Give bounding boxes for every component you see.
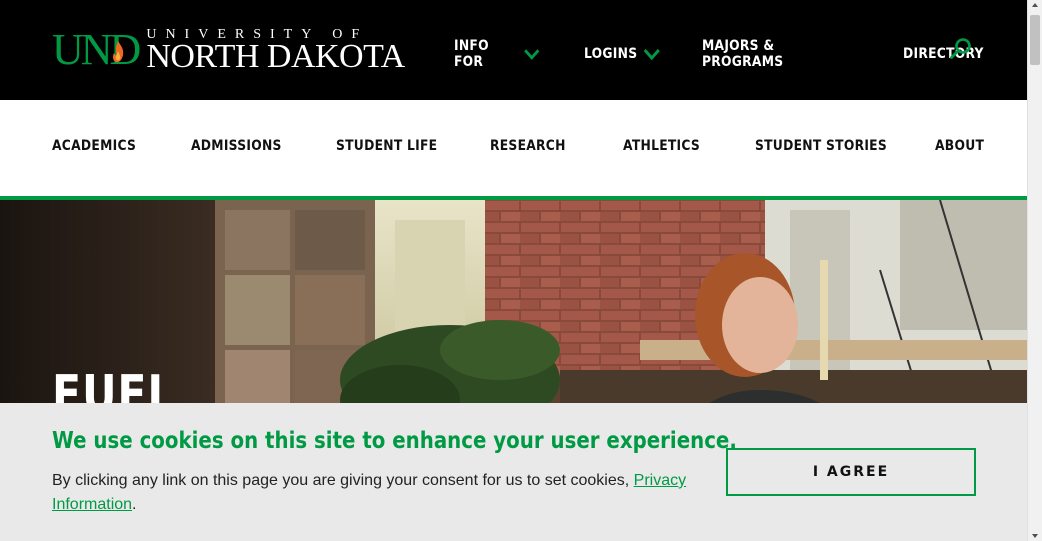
nav-athletics[interactable]: ATHLETICS	[623, 138, 700, 154]
cookie-title: We use cookies on this site to enhance y…	[52, 428, 737, 454]
und-logo[interactable]: UND UNIVERSITY OF NORTH DAKOTA	[52, 25, 405, 75]
page: UND UNIVERSITY OF NORTH DAKOTA INFO FOR …	[0, 0, 1027, 541]
scroll-up-arrow-icon[interactable]	[1032, 3, 1038, 7]
search-icon[interactable]	[949, 37, 973, 61]
main-nav: ACADEMICS ADMISSIONS STUDENT LIFE RESEAR…	[0, 100, 1027, 196]
flame-icon	[112, 41, 124, 63]
info-for-label: INFO FOR	[454, 38, 489, 70]
logo-north-dakota: NORTH DAKOTA	[146, 38, 405, 75]
scrollbar-thumb[interactable]	[1030, 15, 1040, 65]
top-header: UND UNIVERSITY OF NORTH DAKOTA INFO FOR …	[0, 0, 1027, 100]
chevron-down-icon	[643, 48, 660, 61]
agree-button[interactable]: I AGREE	[726, 448, 976, 496]
cookie-banner: We use cookies on this site to enhance y…	[0, 403, 1027, 541]
utility-nav: INFO FOR LOGINS MAJORS & PROGRAMS DIRECT…	[454, 38, 1027, 70]
logins-menu[interactable]: LOGINS	[584, 46, 660, 62]
nav-student-stories[interactable]: STUDENT STORIES	[755, 138, 887, 154]
nav-about[interactable]: ABOUT	[935, 138, 984, 154]
nav-student-life[interactable]: STUDENT LIFE	[336, 138, 437, 154]
logo-mark: UND	[52, 25, 141, 74]
cookie-message-text: By clicking any link on this page you ar…	[52, 472, 630, 489]
cookie-message: By clicking any link on this page you ar…	[52, 469, 702, 517]
nav-research[interactable]: RESEARCH	[490, 138, 566, 154]
logo-wordmark: UNIVERSITY OF NORTH DAKOTA	[146, 28, 405, 75]
info-for-menu[interactable]: INFO FOR	[454, 38, 540, 70]
nav-admissions[interactable]: ADMISSIONS	[191, 138, 282, 154]
chevron-down-icon	[524, 49, 540, 60]
majors-label: MAJORS & PROGRAMS	[702, 38, 784, 70]
scroll-down-arrow-icon[interactable]	[1032, 534, 1038, 538]
majors-programs-link[interactable]: MAJORS & PROGRAMS	[702, 38, 851, 70]
page-scrollbar[interactable]	[1027, 0, 1042, 541]
nav-academics[interactable]: ACADEMICS	[52, 138, 136, 154]
cookie-period: .	[132, 496, 137, 513]
logins-label: LOGINS	[583, 46, 637, 62]
